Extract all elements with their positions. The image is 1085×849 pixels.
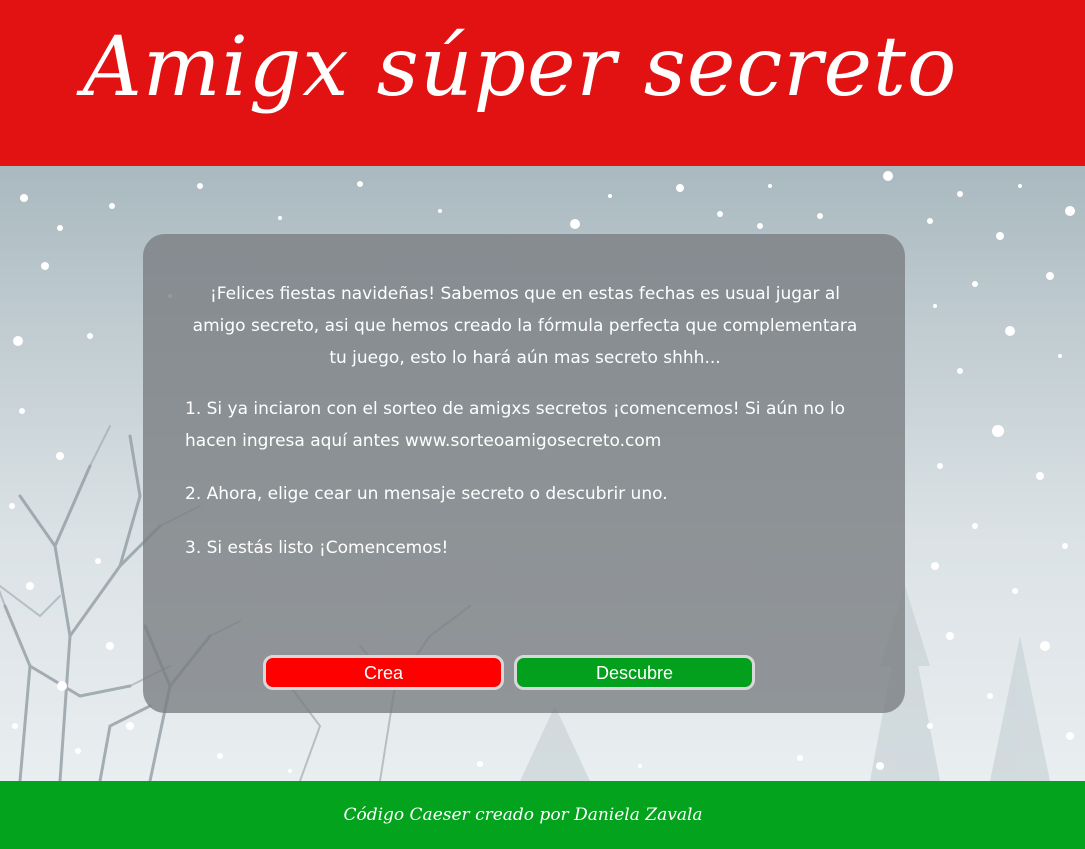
create-button[interactable]: Crea — [263, 655, 504, 690]
page-title: Amigx súper secreto — [82, 20, 958, 115]
step-2-text: 2. Ahora, elige cear un mensaje secreto … — [185, 484, 668, 504]
footer: Código Caeser creado por Daniela Zavala — [0, 781, 1085, 849]
footer-credit: Código Caeser creado por Daniela Zavala — [343, 805, 703, 825]
step-1-text: 1. Si ya inciaron con el sorteo de amigx… — [185, 399, 846, 451]
page: Amigx súper secreto ¡Felices fiestas nav… — [0, 0, 1085, 849]
discover-button[interactable]: Descubre — [514, 655, 755, 690]
header: Amigx súper secreto — [0, 0, 1085, 166]
welcome-message: ¡Felices fiestas navideñas! Sabemos que … — [192, 284, 858, 368]
step-3-text: 3. Si estás listo ¡Comencemos! — [185, 538, 449, 558]
